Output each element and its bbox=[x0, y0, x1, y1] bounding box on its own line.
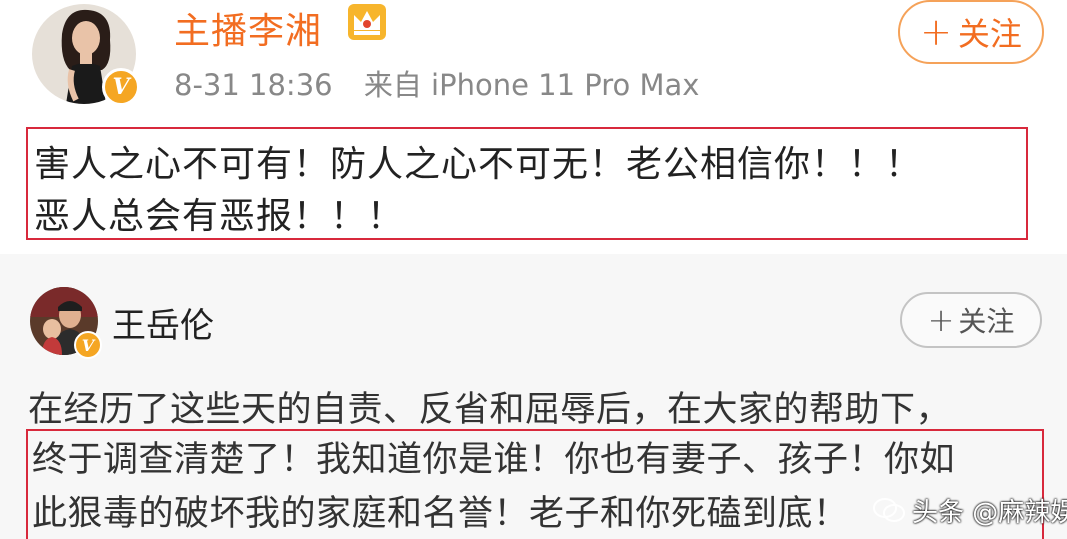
post-content-highlighted: 害人之心不可有！防人之心不可无！老公相信你！！！ 恶人总会有恶报！！！ bbox=[26, 127, 1028, 240]
author-name[interactable]: 主播李湘 bbox=[174, 2, 322, 54]
watermark: 头条 @麻辣娱哥 bbox=[872, 490, 1067, 530]
post-source: 来自 iPhone 11 Pro Max bbox=[363, 68, 700, 102]
post-text-line: 终于调查清楚了！我知道你是谁！你也有妻子、孩子！你如 bbox=[32, 440, 956, 480]
avatar[interactable]: V bbox=[32, 4, 140, 106]
crown-icon bbox=[348, 4, 386, 40]
plus-icon: + bbox=[920, 10, 952, 54]
avatar[interactable]: V bbox=[30, 287, 102, 359]
follow-label: 关注 bbox=[957, 15, 1022, 53]
watermark-text: 头条 @麻辣娱哥 bbox=[912, 497, 1067, 528]
post-meta: 8-31 18:36 来自 iPhone 11 Pro Max bbox=[174, 62, 699, 104]
verified-badge-icon: V bbox=[102, 68, 140, 106]
weibo-post-1: V 主播李湘 8-31 18:36 来自 iPhone 11 Pro Max +… bbox=[0, 0, 1067, 254]
follow-button[interactable]: + 关注 bbox=[900, 292, 1042, 348]
post-text-line: 恶人总会有恶报！！！ bbox=[34, 196, 405, 237]
follow-button[interactable]: + 关注 bbox=[898, 0, 1044, 64]
plus-icon: + bbox=[927, 301, 955, 339]
author-name[interactable]: 王岳伦 bbox=[112, 298, 214, 347]
post-text-line: 害人之心不可有！防人之心不可无！老公相信你！！！ bbox=[34, 144, 923, 185]
post-text-line: 在经历了这些天的自责、反省和屈辱后，在大家的帮助下， bbox=[28, 390, 952, 430]
verified-badge-icon: V bbox=[74, 331, 102, 359]
follow-label: 关注 bbox=[958, 305, 1015, 338]
post-timestamp: 8-31 18:36 bbox=[174, 68, 333, 102]
weixin-icon bbox=[873, 498, 905, 522]
